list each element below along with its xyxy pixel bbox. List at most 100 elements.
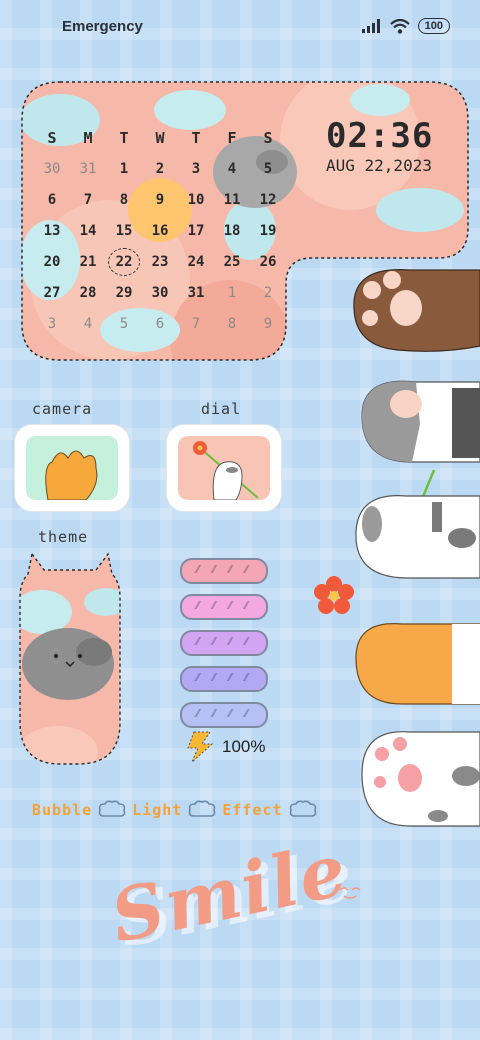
white-gray-paw-icon bbox=[361, 731, 480, 827]
calendar-day: 5 bbox=[250, 161, 286, 177]
calendar-week-row: 6 7 8 9 10 11 12 bbox=[34, 184, 286, 215]
theme-label: theme bbox=[38, 528, 89, 546]
calendar-day: 31 bbox=[178, 285, 214, 301]
calendar-day: 20 bbox=[34, 254, 70, 270]
calendar-day-number: 10 bbox=[187, 191, 205, 208]
calendar-day: 9 bbox=[142, 192, 178, 208]
color-pill bbox=[180, 630, 268, 656]
calendar-day-number: 23 bbox=[151, 253, 169, 270]
weekday-row: SMTWTFS bbox=[34, 122, 286, 153]
calendar-day-number: 2 bbox=[155, 160, 165, 177]
calendar-day: 16 bbox=[142, 223, 178, 239]
calendar-day: 21 bbox=[70, 254, 106, 270]
calendar-day-number: 3 bbox=[47, 315, 57, 332]
weekday-label: F bbox=[227, 128, 237, 147]
theme-app-icon[interactable] bbox=[18, 552, 122, 766]
calendar-day-number: 11 bbox=[223, 191, 241, 208]
calendar-day: 25 bbox=[214, 254, 250, 270]
weekday-label: S bbox=[47, 128, 57, 147]
calendar-day: 24 bbox=[178, 254, 214, 270]
cloud-icon bbox=[98, 800, 126, 817]
calendar-day: 12 bbox=[250, 192, 286, 208]
effect-bubble: Bubble bbox=[32, 801, 93, 819]
calendar-day-number: 9 bbox=[263, 315, 273, 332]
calendar-day: 7 bbox=[178, 316, 214, 332]
calendar-day: 3 bbox=[178, 161, 214, 177]
orange-paw-icon bbox=[355, 623, 480, 705]
weekday-label: W bbox=[155, 128, 165, 147]
calendar-day: 10 bbox=[178, 192, 214, 208]
calendar-day: 2 bbox=[250, 285, 286, 301]
calendar-day-number: 6 bbox=[155, 315, 165, 332]
calendar-day: 1 bbox=[214, 285, 250, 301]
calendar-day: 1 bbox=[106, 161, 142, 177]
camera-app-icon[interactable] bbox=[18, 428, 126, 508]
calendar-day: 4 bbox=[70, 316, 106, 332]
calendar-day-number: 26 bbox=[259, 253, 277, 270]
gray-cat-icon bbox=[19, 552, 121, 765]
calendar-day: 6 bbox=[142, 316, 178, 332]
calendar-day-number: 5 bbox=[263, 160, 273, 177]
calendar-day-number: 8 bbox=[227, 315, 237, 332]
calendar-day-number: 18 bbox=[223, 222, 241, 239]
clock-time: 02:36 bbox=[326, 116, 434, 156]
calendar-day: 29 bbox=[106, 285, 142, 301]
calendar-day: 2 bbox=[142, 161, 178, 177]
calendar-day: 31 bbox=[70, 161, 106, 177]
weekday-label: T bbox=[119, 128, 129, 147]
calendar-day-number: 30 bbox=[43, 160, 61, 177]
calendar-day-number: 6 bbox=[47, 191, 57, 208]
calendar-day-number: 1 bbox=[227, 284, 237, 301]
calendar-day-number: 21 bbox=[79, 253, 97, 270]
calendar-week-row: 13 14 15 16 17 18 19 bbox=[34, 215, 286, 246]
calendar-day-number: 31 bbox=[187, 284, 205, 301]
calendar-day: 26 bbox=[250, 254, 286, 270]
gray-paw-icon bbox=[361, 380, 480, 463]
carrier-label: Emergency c bbox=[62, 18, 146, 35]
white-paw-with-flower-icon bbox=[355, 469, 480, 579]
wifi-icon bbox=[389, 18, 410, 34]
calendar-week-row: 20 21 22 23 24 25 26 bbox=[34, 246, 286, 277]
smile-face-icon bbox=[339, 887, 361, 899]
lightning-icon bbox=[187, 731, 214, 763]
calendar-day-number: 4 bbox=[83, 315, 93, 332]
calendar-day-number: 7 bbox=[191, 315, 201, 332]
clock-date: AUG 22,2023 bbox=[326, 156, 432, 175]
calendar-day: 19 bbox=[250, 223, 286, 239]
status-bar: Emergency c 100 bbox=[0, 0, 480, 56]
calendar-day-number: 9 bbox=[155, 191, 165, 208]
calendar-week-row: 30 31 1 2 3 4 5 bbox=[34, 153, 286, 184]
calendar-day-number: 17 bbox=[187, 222, 205, 239]
dial-app-icon[interactable] bbox=[170, 428, 278, 508]
calendar-day: 30 bbox=[142, 285, 178, 301]
calendar-day: 7 bbox=[70, 192, 106, 208]
red-flower-icon bbox=[314, 576, 354, 614]
calendar-day: 5 bbox=[106, 316, 142, 332]
calendar-day: 27 bbox=[34, 285, 70, 301]
calendar-day-number: 28 bbox=[79, 284, 97, 301]
camera-label: camera bbox=[32, 400, 93, 418]
calendar-day-number: 13 bbox=[43, 222, 61, 239]
calendar-day-number: 3 bbox=[191, 160, 201, 177]
dial-label: dial bbox=[201, 400, 242, 418]
signal-icon bbox=[361, 19, 380, 33]
calendar-day-number: 5 bbox=[119, 315, 129, 332]
color-pill bbox=[180, 558, 268, 584]
color-pill bbox=[180, 702, 268, 728]
calendar-day: 11 bbox=[214, 192, 250, 208]
flower-paw-icon bbox=[193, 441, 259, 501]
orange-paw-icon bbox=[45, 450, 98, 501]
calendar-day: 30 bbox=[34, 161, 70, 177]
smile-decoration: Smile bbox=[103, 826, 355, 959]
color-pill bbox=[180, 594, 268, 620]
battery-widget: 100% bbox=[184, 730, 265, 764]
weekday-label: M bbox=[83, 128, 93, 147]
effect-light: Light bbox=[132, 801, 183, 819]
calendar-week-row: 27 28 29 30 31 1 2 bbox=[34, 277, 286, 308]
color-pill bbox=[180, 666, 268, 692]
calendar-day: 4 bbox=[214, 161, 250, 177]
calendar-day: 23 bbox=[142, 254, 178, 270]
calendar-day-number: 30 bbox=[151, 284, 169, 301]
calendar-day: 8 bbox=[214, 316, 250, 332]
battery-percent: 100% bbox=[222, 737, 266, 756]
